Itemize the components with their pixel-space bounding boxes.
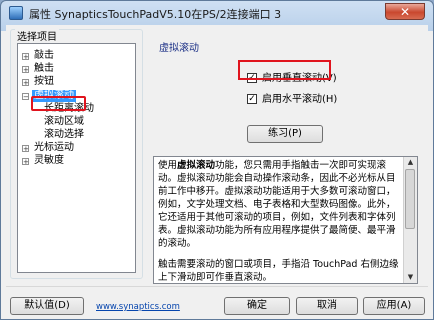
description-textbox[interactable]: 使用虚拟滚动功能，您只需用手指触击一次即可实现滚动。虚拟滚动功能会自动操作滚动条… [153,156,418,284]
expand-icon[interactable]: + [22,79,29,87]
expand-icon[interactable]: + [22,145,29,153]
expand-icon[interactable]: + [22,66,29,74]
window-title: 属性 SynapticsTouchPadV5.10在PS/2连接端口 3 [29,8,282,21]
tree-legend: 选择项目 [15,28,59,43]
description-text: 使用虚拟滚动功能，您只需用手指触击一次即可实现滚动。虚拟滚动功能会自动操作滚动条… [158,159,404,283]
tree-group: 选择项目 + 敲击 + 触击 + 按钮 − 虚拟滚动 长距离滚动 滚动区域 滚动… [10,28,143,279]
expand-icon[interactable]: + [22,53,29,61]
properties-window: 属性 SynapticsTouchPadV5.10在PS/2连接端口 3 ✕ 选… [0,0,434,320]
scroll-down-icon[interactable]: ▼ [406,273,415,282]
defaults-button[interactable]: 默认值(D) [10,297,84,315]
highlight-box-checkbox [238,60,331,80]
practice-button[interactable]: 练习(P) [247,125,323,143]
checkbox-label: 启用水平滚动(H) [262,94,338,105]
scroll-thumb[interactable] [405,169,415,229]
dialog-client: 选择项目 + 敲击 + 触击 + 按钮 − 虚拟滚动 长距离滚动 滚动区域 滚动… [6,25,428,317]
cancel-button[interactable]: 取消 [296,297,358,315]
expand-icon[interactable]: + [22,158,29,166]
footer-divider [6,286,428,287]
vertical-scrollbar[interactable]: ▲ ▼ [403,157,417,283]
synaptics-link[interactable]: www.synaptics.com [96,302,180,312]
apply-button[interactable]: 应用(A) [363,297,425,315]
ok-button[interactable]: 确定 [224,297,290,315]
title-bar[interactable]: 属性 SynapticsTouchPadV5.10在PS/2连接端口 3 ✕ [1,1,433,25]
settings-tree[interactable]: + 敲击 + 触击 + 按钮 − 虚拟滚动 长距离滚动 滚动区域 滚动选择 + … [17,43,136,273]
highlight-box-tree [31,96,86,111]
panel-title: 虚拟滚动 [159,43,199,54]
enable-horizontal-scroll-checkbox[interactable]: ✓ 启用水平滚动(H) [247,90,338,105]
app-icon [9,6,23,20]
close-button[interactable]: ✕ [385,3,425,20]
description-paragraph-2: 触击需要滚动的窗口或项目，手指沿 TouchPad 右侧边缘上下滑动即可作垂直滚… [158,259,399,283]
checkbox-checked-icon[interactable]: ✓ [247,94,257,104]
scroll-up-icon[interactable]: ▲ [406,158,415,167]
collapse-icon[interactable]: − [22,93,29,101]
